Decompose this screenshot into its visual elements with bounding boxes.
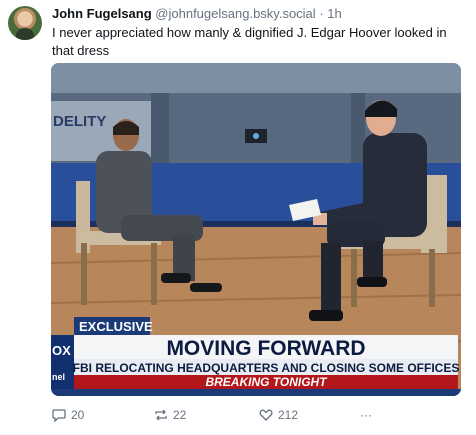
post-text: I never appreciated how manly & dignifie… [52,25,447,58]
post-card[interactable]: John Fugelsang @johnfugelsang.bsky.socia… [0,0,476,435]
like-count: 212 [278,408,299,422]
repost-count: 22 [173,408,187,422]
repost-button[interactable]: 22 [154,408,186,422]
exclusive-tag: EXCLUSIVE [79,319,153,334]
post-header: John Fugelsang @johnfugelsang.bsky.socia… [52,6,342,21]
reply-icon [52,409,66,422]
scrollbar-track[interactable] [466,0,476,435]
ticker-text: BREAKING TONIGHT [205,375,328,389]
more-icon: ··· [360,408,372,422]
handle[interactable]: @johnfugelsang.bsky.social [155,6,315,21]
avatar[interactable] [8,6,42,40]
like-button[interactable]: 212 [259,408,298,422]
display-name[interactable]: John Fugelsang [52,6,152,21]
post-image[interactable]: DELITY EXCLUSIVE OX WS nel MOVING FORWAR… [51,63,461,396]
action-bar: 20 22 212 ··· [52,408,412,428]
separator-dot: · [319,6,324,21]
like-icon [259,409,273,421]
more-options-button[interactable]: ··· [360,408,372,422]
subhead: FBI RELOCATING HEADQUARTERS AND CLOSING … [73,361,460,375]
headline: MOVING FORWARD [166,337,365,360]
repost-icon [155,409,167,421]
reply-count: 20 [71,408,85,422]
reply-button[interactable]: 20 [52,408,84,422]
wall-sign-text: DELITY [53,113,106,130]
network-small-text: nel [52,372,65,382]
timestamp[interactable]: 1h [327,6,341,21]
interview-scene: DELITY EXCLUSIVE OX WS nel MOVING FORWAR… [51,63,461,396]
